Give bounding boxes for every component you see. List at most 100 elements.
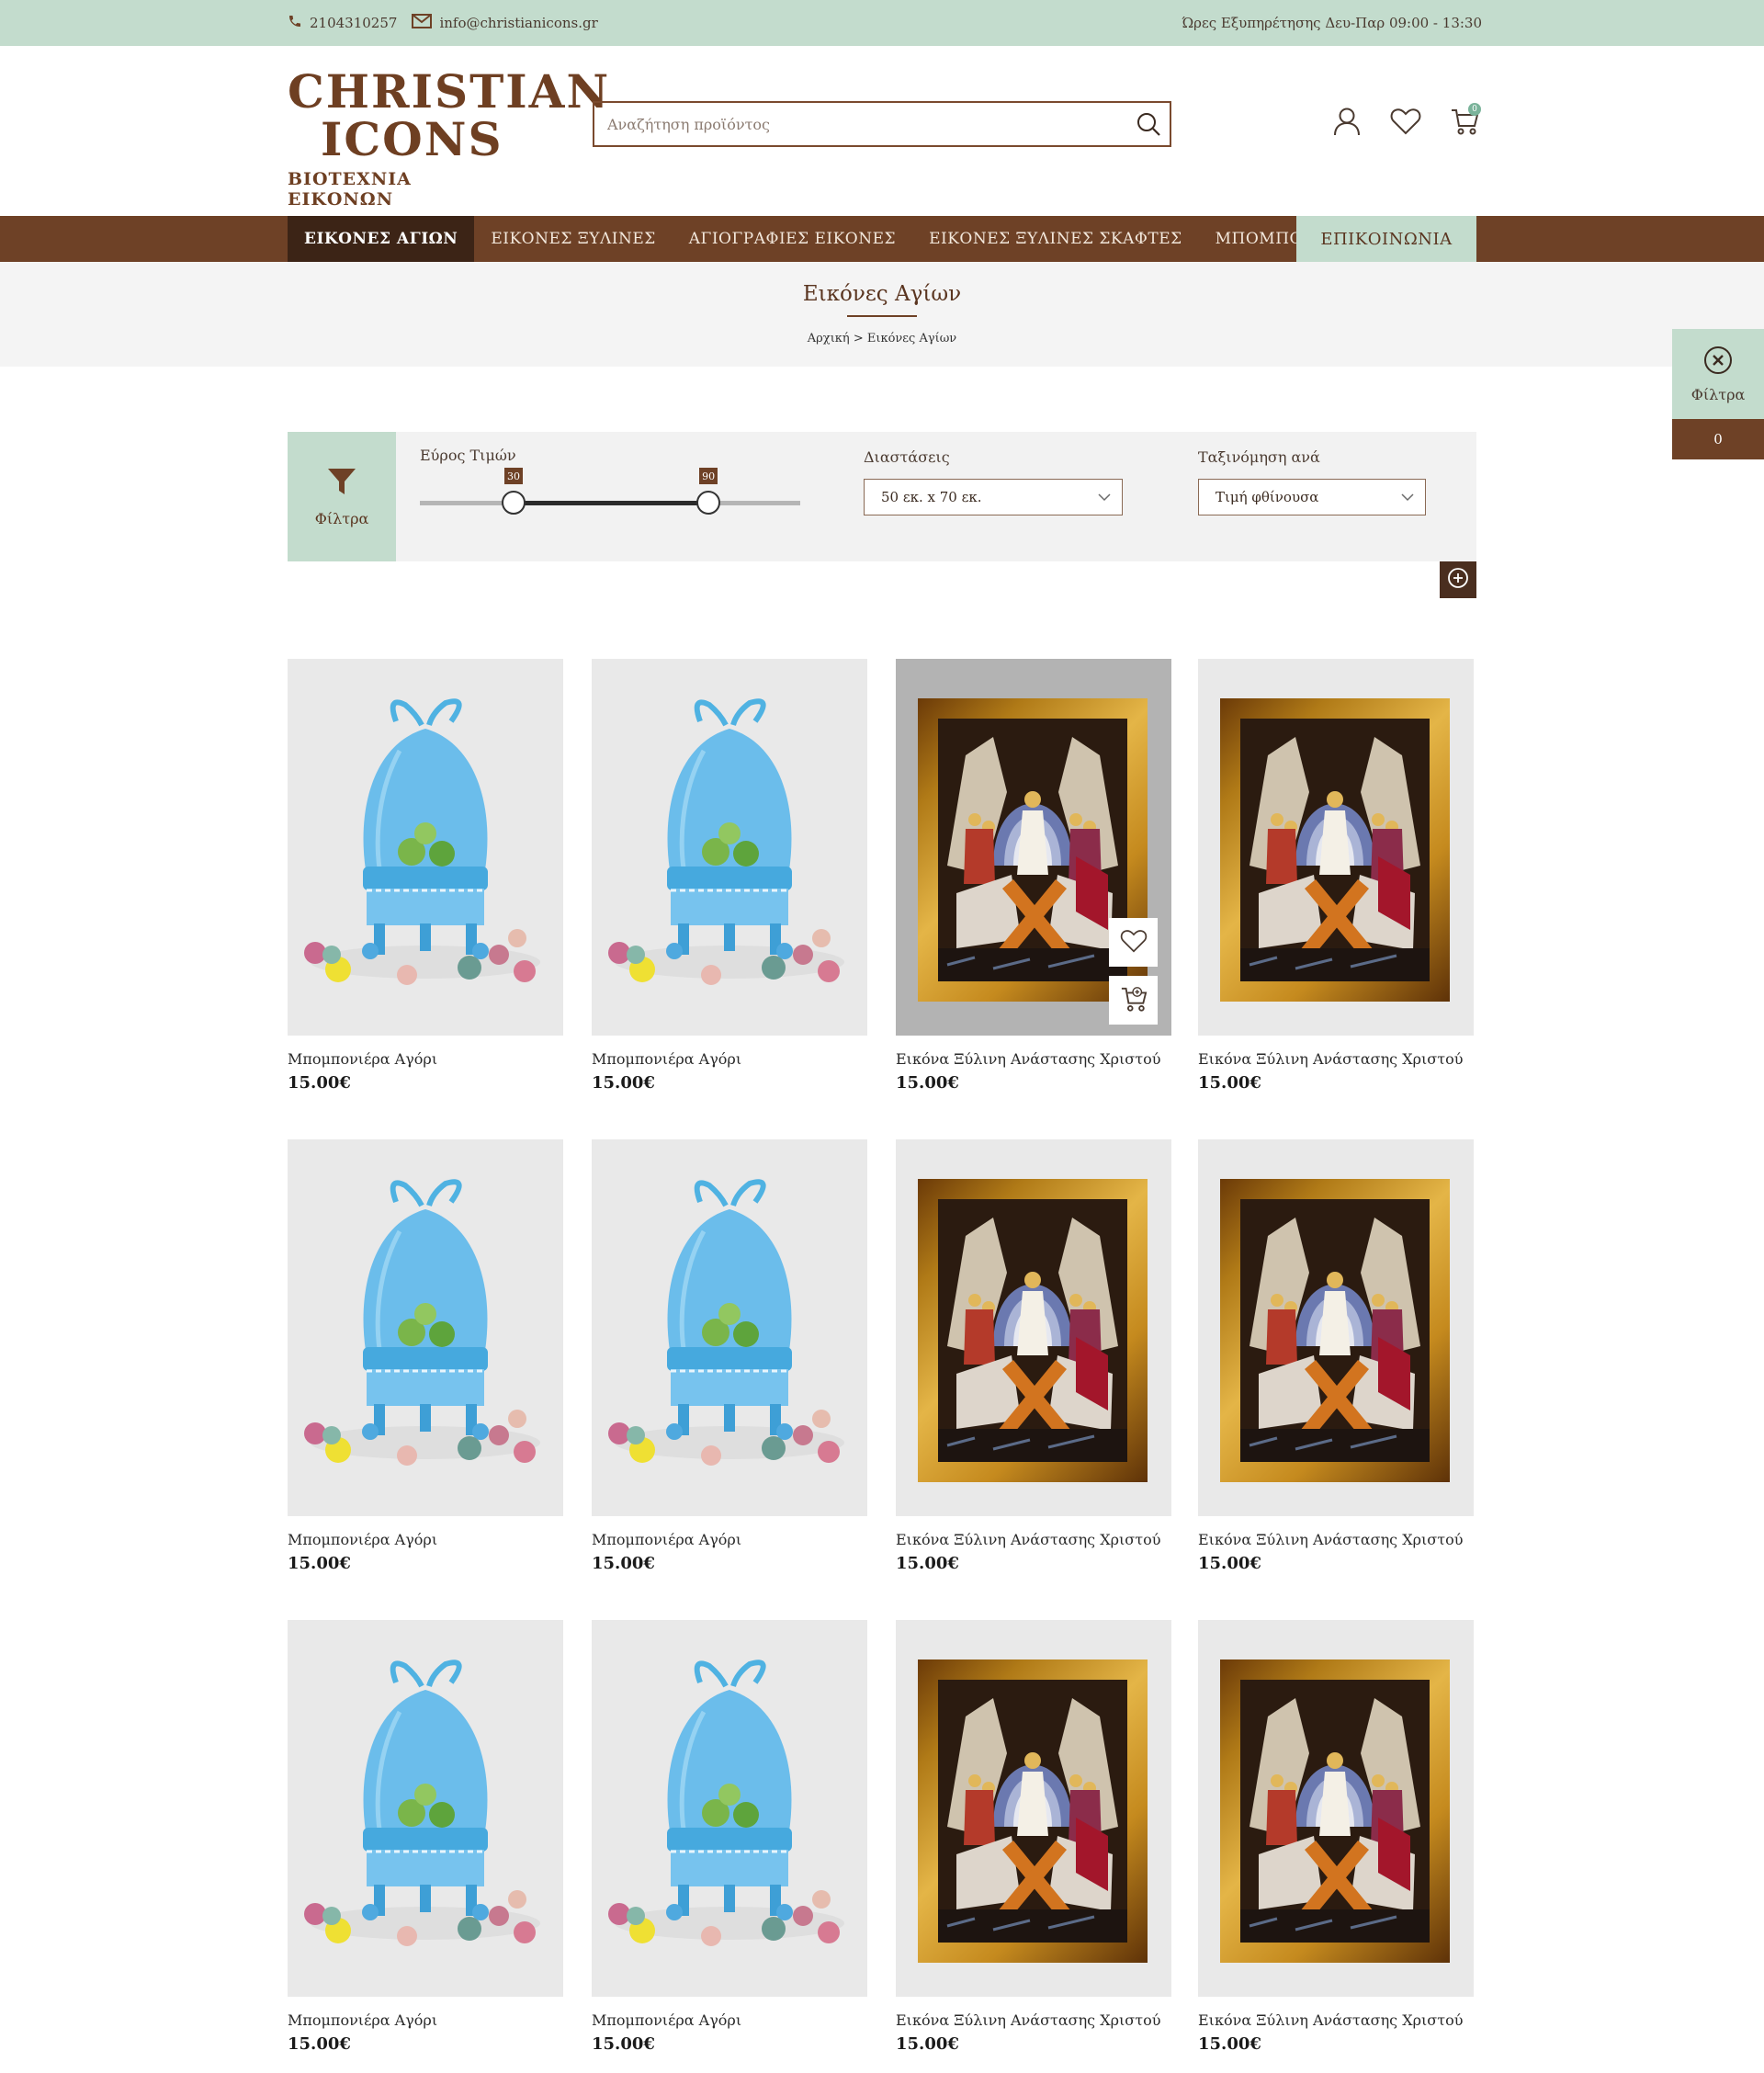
icon-frame [1220,1660,1450,1963]
side-filter-label: Φίλτρα [1690,385,1746,403]
product-image[interactable] [896,1620,1171,1997]
product-card[interactable]: Εικόνα Ξύλινη Ανάστασης Χριστού 15.00€ [1198,1139,1474,1573]
logo[interactable]: CHRISTIAN ICONS ΒΙΟΤΕΧΝΙΑ ΕΙΚΟΝΩΝ [288,68,608,210]
search-icon[interactable] [1127,103,1170,145]
bonbonniere-photo [288,1620,563,1997]
slider-fill [514,501,709,505]
product-name[interactable]: Εικόνα Ξύλινη Ανάστασης Χριστού [1198,1531,1474,1548]
nav-item-agiografies[interactable]: ΑΓΙΟΓΡΑΦΙΕΣ ΕΙΚΟΝΕΣ [673,216,912,262]
product-card[interactable]: Μπομπονιέρα Αγόρι 15.00€ [288,1620,563,2054]
page-title: Εικόνες Αγίων [802,282,962,306]
price-range-label: Εύρος Τιμών [420,447,516,464]
phone-icon [288,14,302,32]
mail-icon [412,14,433,32]
product-actions [1109,918,1158,1025]
sort-value: Τιμή φθίνουσα [1216,489,1319,505]
resurrection-icon-painting [938,1680,1127,1943]
price-slider[interactable]: 30 90 [420,468,806,523]
contact-info: 2104310257 info@christianicons.gr [288,0,598,46]
product-price: 15.00€ [592,1554,655,1573]
close-circle-icon[interactable] [1703,346,1733,379]
product-card[interactable]: Εικόνα Ξύλινη Ανάστασης Χριστού 15.00€ [1198,659,1474,1093]
product-name[interactable]: Μπομπονιέρα Αγόρι [288,1531,563,1548]
bonbonniere-photo [592,659,867,1036]
nav-item-skaftes[interactable]: ΕΙΚΟΝΕΣ ΞΥΛΙΝΕΣ ΣΚΑΦΤΕΣ [912,216,1199,262]
product-price: 15.00€ [1198,1554,1261,1573]
chevron-down-icon [1098,489,1111,505]
slider-max-handle[interactable] [696,491,721,515]
expand-filters-button[interactable] [1440,561,1476,598]
product-image[interactable] [288,1139,563,1516]
nav-item-xylines[interactable]: ΕΙΚΟΝΕΣ ΞΥΛΙΝΕΣ [474,216,672,262]
product-image[interactable] [288,1620,563,1997]
user-icon[interactable] [1330,105,1363,138]
product-name[interactable]: Μπομπονιέρα Αγόρι [592,2011,867,2029]
dimensions-select[interactable]: 50 εκ. x 70 εκ. [864,479,1123,515]
phone-link[interactable]: 2104310257 [288,14,397,32]
product-card[interactable]: Μπομπονιέρα Αγόρι 15.00€ [592,659,867,1093]
cart-icon[interactable]: 0 [1448,103,1481,138]
side-filter-count: 0 [1672,419,1764,459]
product-name[interactable]: Εικόνα Ξύλινη Ανάστασης Χριστού [896,1050,1171,1068]
product-price: 15.00€ [1198,2034,1261,2054]
product-image[interactable] [896,1139,1171,1516]
site-header: CHRISTIAN ICONS ΒΙΟΤΕΧΝΙΑ ΕΙΚΟΝΩΝ 0 [0,46,1764,216]
product-card[interactable]: Εικόνα Ξύλινη Ανάστασης Χριστού 15.00€ [896,659,1171,1093]
product-card[interactable]: Μπομπονιέρα Αγόρι 15.00€ [288,659,563,1093]
product-card[interactable]: Μπομπονιέρα Αγόρι 15.00€ [592,1139,867,1573]
add-to-cart-button[interactable] [1109,976,1158,1025]
product-card[interactable]: Μπομπονιέρα Αγόρι 15.00€ [288,1139,563,1573]
product-image[interactable] [896,659,1171,1036]
dimensions-value: 50 εκ. x 70 εκ. [881,489,982,505]
filter-tab-label: Φίλτρα [314,510,369,527]
price-range-filter: Εύρος Τιμών 30 90 [420,447,806,523]
filter-tab[interactable]: Φίλτρα [288,432,396,561]
product-name[interactable]: Εικόνα Ξύλινη Ανάστασης Χριστού [1198,1050,1474,1068]
resurrection-icon-painting [938,719,1127,981]
product-card[interactable]: Εικόνα Ξύλινη Ανάστασης Χριστού 15.00€ [1198,1620,1474,2054]
product-card[interactable]: Εικόνα Ξύλινη Ανάστασης Χριστού 15.00€ [896,1620,1171,2054]
heart-icon [1120,929,1148,957]
product-name[interactable]: Εικόνα Ξύλινη Ανάστασης Χριστού [896,1531,1171,1548]
product-image[interactable] [592,1139,867,1516]
sort-select[interactable]: Τιμή φθίνουσα [1198,479,1426,515]
product-price: 15.00€ [896,2034,959,2054]
product-name[interactable]: Μπομπονιέρα Αγόρι [288,1050,563,1068]
resurrection-icon-painting [938,1199,1127,1462]
product-name[interactable]: Εικόνα Ξύλινη Ανάστασης Χριστού [1198,2011,1474,2029]
side-filter-toggle[interactable]: Φίλτρα [1672,329,1764,419]
search-bar [593,101,1171,147]
product-name[interactable]: Μπομπονιέρα Αγόρι [592,1531,867,1548]
product-image[interactable] [592,659,867,1036]
product-card[interactable]: Μπομπονιέρα Αγόρι 15.00€ [592,1620,867,2054]
product-image[interactable] [1198,1139,1474,1516]
page-header: Εικόνες Αγίων Αρχική > Εικόνες Αγίων [0,262,1764,367]
price-max-tooltip: 90 [699,468,718,484]
product-image[interactable] [288,659,563,1036]
plus-circle-icon [1447,567,1469,593]
nav-item-agion[interactable]: ΕΙΚΟΝΕΣ ΑΓΙΩΝ [288,216,475,262]
phone-number: 2104310257 [310,15,398,31]
side-filter-widget[interactable]: Φίλτρα 0 [1672,329,1764,459]
heart-icon[interactable] [1389,105,1422,138]
opening-hours: Ώρες Εξυπηρέτησης Δευ-Παρ 09:00 - 13:30 [1182,15,1482,31]
wishlist-button[interactable] [1109,918,1158,967]
search-input[interactable] [594,103,1127,145]
product-image[interactable] [1198,1620,1474,1997]
slider-min-handle[interactable] [502,491,526,515]
product-price: 15.00€ [896,1073,959,1093]
breadcrumb[interactable]: Αρχική > Εικόνες Αγίων [0,332,1764,346]
product-image[interactable] [1198,659,1474,1036]
product-price: 15.00€ [896,1554,959,1573]
main-nav: ΕΙΚΟΝΕΣ ΑΓΙΩΝ ΕΙΚΟΝΕΣ ΞΥΛΙΝΕΣ ΑΓΙΟΓΡΑΦΙΕ… [0,216,1764,262]
product-card[interactable]: Εικόνα Ξύλινη Ανάστασης Χριστού 15.00€ [896,1139,1171,1573]
nav-item-contact[interactable]: ΕΠΙΚΟΙΝΩΝΙΑ [1296,216,1476,262]
product-name[interactable]: Μπομπονιέρα Αγόρι [288,2011,563,2029]
dimensions-filter: Διαστάσεις 50 εκ. x 70 εκ. [864,448,1123,515]
email-link[interactable]: info@christianicons.gr [412,14,598,32]
funnel-icon [326,466,357,501]
product-image[interactable] [592,1620,867,1997]
product-name[interactable]: Μπομπονιέρα Αγόρι [592,1050,867,1068]
product-name[interactable]: Εικόνα Ξύλινη Ανάστασης Χριστού [896,2011,1171,2029]
bonbonniere-photo [592,1139,867,1516]
